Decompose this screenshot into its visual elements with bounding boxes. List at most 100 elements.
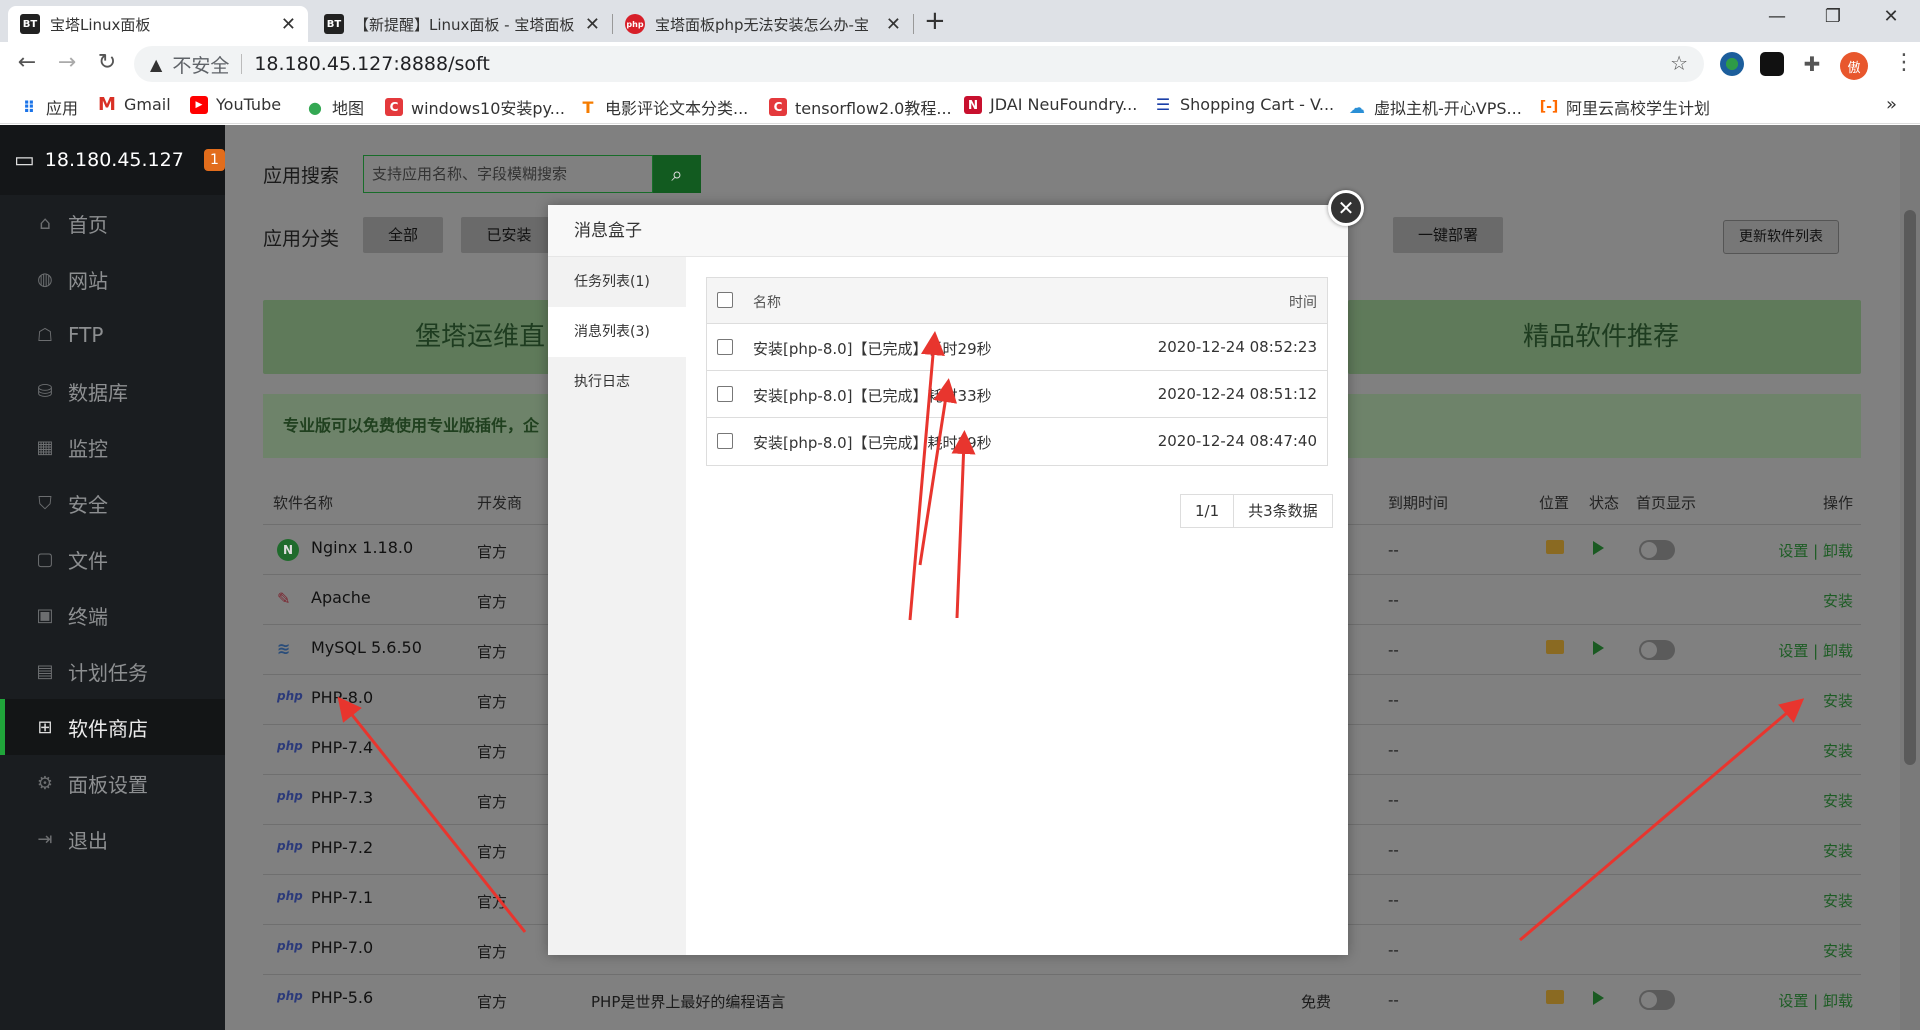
settings-uninstall-link[interactable]: 设置 | 卸载 <box>1778 640 1853 661</box>
install-link[interactable]: 安装 <box>1823 690 1853 711</box>
message-row[interactable]: 安装[php-8.0]【已完成】耗时29秒 2020-12-24 08:52:2… <box>707 324 1327 371</box>
developer: 官方 <box>477 893 508 911</box>
message-time: 2020-12-24 08:51:12 <box>1157 385 1317 403</box>
address-bar[interactable]: ▲ 不安全 18.180.45.127:8888/soft ☆ <box>134 46 1704 82</box>
close-tab-icon[interactable]: ✕ <box>886 14 901 35</box>
col-homepage: 首页显示 <box>1636 494 1697 512</box>
sidebar-item-terminal[interactable]: ▣ 终端 <box>0 587 225 643</box>
bookmark-gmail[interactable]: M Gmail <box>98 94 171 115</box>
notification-badge[interactable]: 1 <box>203 149 225 171</box>
back-icon[interactable]: ← <box>12 50 42 75</box>
tab-task-list[interactable]: 任务列表(1) <box>548 257 686 307</box>
row-checkbox[interactable] <box>717 339 733 355</box>
tab-php-article[interactable]: php 宝塔面板php无法安装怎么办-宝 ✕ <box>613 6 913 42</box>
install-link[interactable]: 安装 <box>1823 740 1853 761</box>
message-row[interactable]: 安装[php-8.0]【已完成】耗时33秒 2020-12-24 08:51:1… <box>707 371 1327 418</box>
php-icon: php <box>277 939 303 953</box>
extension-tampermonkey-icon[interactable] <box>1760 52 1784 76</box>
close-tab-icon[interactable]: ✕ <box>281 14 296 35</box>
sidebar-item-database[interactable]: ⛁ 数据库 <box>0 363 225 419</box>
sidebar-item-label: 网站 <box>68 268 108 293</box>
sidebar-item-logout[interactable]: ⇥ 退出 <box>0 811 225 867</box>
tab-bt-panel[interactable]: BT 宝塔Linux面板 ✕ <box>8 6 308 42</box>
page-indicator[interactable]: 1/1 <box>1181 495 1233 527</box>
install-link[interactable]: 安装 <box>1823 840 1853 861</box>
category-one-click-deploy-button[interactable]: 一键部署 <box>1393 217 1503 253</box>
close-window-icon[interactable]: ✕ <box>1876 6 1906 27</box>
message-box-modal: 消息盒子 任务列表(1) 消息列表(3) 执行日志 名称 时间 安装[php-8… <box>548 205 1348 955</box>
tensorflow-icon: T <box>582 97 594 117</box>
sidebar-item-panel-settings[interactable]: ⚙ 面板设置 <box>0 755 225 811</box>
sidebar-item-home[interactable]: ⌂ 首页 <box>0 195 225 251</box>
sidebar-item-website[interactable]: ◍ 网站 <box>0 251 225 307</box>
bookmark-youtube[interactable]: ▶ YouTube <box>190 95 281 114</box>
maximize-icon[interactable]: ❐ <box>1818 6 1848 27</box>
close-icon[interactable]: ✕ <box>1328 190 1364 226</box>
app-search-input[interactable]: 支持应用名称、字段模糊搜索 <box>363 155 653 193</box>
homepage-toggle[interactable] <box>1639 540 1675 560</box>
profile-avatar[interactable]: 傲 <box>1840 52 1868 80</box>
homepage-toggle[interactable] <box>1639 640 1675 660</box>
browser-menu-icon[interactable]: ⋮ <box>1893 50 1915 75</box>
install-link[interactable]: 安装 <box>1823 790 1853 811</box>
install-link[interactable]: 安装 <box>1823 890 1853 911</box>
sidebar-item-software-store[interactable]: ⊞ 软件商店 <box>0 699 225 755</box>
bookmark-aliyun[interactable]: [-] 阿里云高校学生计划 <box>1540 95 1710 119</box>
row-checkbox[interactable] <box>717 386 733 402</box>
bookmarks-overflow-icon[interactable]: » <box>1886 94 1897 115</box>
bookmark-shopping-cart[interactable]: ☰ Shopping Cart - V... <box>1154 95 1334 114</box>
sidebar-item-cron[interactable]: ▤ 计划任务 <box>0 643 225 699</box>
settings-uninstall-link[interactable]: 设置 | 卸载 <box>1778 540 1853 561</box>
sidebar-item-label: 监控 <box>68 436 108 461</box>
close-tab-icon[interactable]: ✕ <box>585 14 600 35</box>
bookmark-maps[interactable]: ● 地图 <box>306 95 364 119</box>
category-installed-button[interactable]: 已安装 <box>461 217 557 253</box>
forward-icon[interactable]: → <box>52 50 82 75</box>
new-tab-icon[interactable]: + <box>924 6 946 36</box>
extensions-puzzle-icon[interactable]: ✚ <box>1800 52 1824 76</box>
bookmark-label: Gmail <box>124 95 171 114</box>
page-scrollbar[interactable] <box>1900 125 1920 1030</box>
bookmark-apps[interactable]: ⠿ 应用 <box>20 95 78 119</box>
table-row: php PHP-5.6 官方 PHP是世界上最好的编程语言 免费 -- 设置 | 卸载 <box>263 974 1861 1024</box>
extension-globe-icon[interactable] <box>1720 52 1744 76</box>
bookmark-tensorflow-tutorial[interactable]: C tensorflow2.0教程... <box>769 95 952 119</box>
tab-execution-log[interactable]: 执行日志 <box>548 357 686 407</box>
bookmark-star-icon[interactable]: ☆ <box>1670 51 1688 75</box>
install-link[interactable]: 安装 <box>1823 590 1853 611</box>
home-icon: ⌂ <box>39 212 51 234</box>
refresh-software-list-button[interactable]: 更新软件列表 <box>1723 220 1839 254</box>
bookmark-windows10-python[interactable]: C windows10安装py... <box>385 95 565 119</box>
promo-banner-right[interactable]: 精品软件推荐 <box>1348 300 1861 374</box>
software-name: PHP-7.3 <box>311 788 374 807</box>
search-icon[interactable]: ⌕ <box>653 155 701 193</box>
scrollbar-thumb[interactable] <box>1904 210 1916 765</box>
tab-title: 宝塔Linux面板 <box>50 15 151 34</box>
sidebar-item-label: 安全 <box>68 492 108 517</box>
minimize-icon[interactable]: — <box>1762 6 1792 27</box>
tab-message-list[interactable]: 消息列表(3) <box>548 307 686 357</box>
play-icon[interactable] <box>1593 991 1604 1005</box>
reload-icon[interactable]: ↻ <box>92 50 122 75</box>
folder-icon[interactable] <box>1546 640 1564 654</box>
bookmark-vps[interactable]: ☁ 虚拟主机-开心VPS... <box>1348 95 1522 119</box>
tab-bt-forum[interactable]: BT 【新提醒】Linux面板 - 宝塔面板 ✕ <box>312 6 612 42</box>
category-all-button[interactable]: 全部 <box>363 217 443 253</box>
message-row[interactable]: 安装[php-8.0]【已完成】耗时29秒 2020-12-24 08:47:4… <box>707 418 1327 465</box>
row-checkbox[interactable] <box>717 433 733 449</box>
bookmark-movie-review[interactable]: T 电影评论文本分类... <box>579 95 749 119</box>
sidebar-item-ftp[interactable]: ☖ FTP <box>0 307 225 363</box>
select-all-checkbox[interactable] <box>717 292 733 308</box>
sidebar-item-security[interactable]: ⛉ 安全 <box>0 475 225 531</box>
sidebar-item-files[interactable]: ▢ 文件 <box>0 531 225 587</box>
homepage-toggle[interactable] <box>1639 990 1675 1010</box>
play-icon[interactable] <box>1593 541 1604 555</box>
folder-icon[interactable] <box>1546 990 1564 1004</box>
folder-icon[interactable] <box>1546 540 1564 554</box>
install-link[interactable]: 安装 <box>1823 940 1853 961</box>
settings-uninstall-link[interactable]: 设置 | 卸载 <box>1778 990 1853 1011</box>
sidebar-item-label: 计划任务 <box>68 660 148 685</box>
play-icon[interactable] <box>1593 641 1604 655</box>
sidebar-item-monitor[interactable]: ▦ 监控 <box>0 419 225 475</box>
bookmark-neufoundry[interactable]: N JDAI NeuFoundry... <box>964 95 1137 114</box>
